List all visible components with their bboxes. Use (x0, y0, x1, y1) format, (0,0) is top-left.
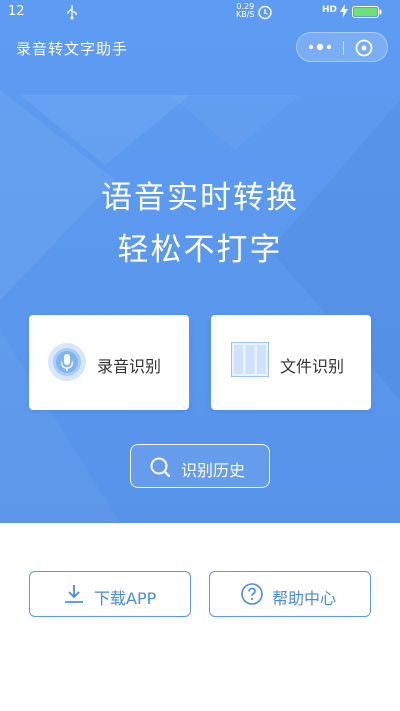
recognition-history-label: 识别历史 (181, 461, 246, 480)
status-bar: 12 0.29 KB/S HD (0, 0, 400, 24)
capsule-divider (343, 41, 344, 55)
app-screen: 12 0.29 KB/S HD 录音转文字助手 语音实时转换 轻松不打字 录音识… (0, 0, 400, 711)
search-icon (150, 457, 171, 478)
hero-headline-line1: 语音实时转换 (101, 180, 299, 216)
usb-icon (67, 5, 77, 20)
microphone-icon (48, 343, 86, 381)
help-icon (241, 583, 263, 605)
network-speed-unit: KB/S (236, 10, 255, 19)
more-icon[interactable] (307, 41, 333, 53)
record-recognition-card[interactable]: 录音识别 (29, 315, 189, 410)
app-title: 录音转文字助手 (16, 40, 129, 58)
status-time: 12 (8, 4, 25, 19)
hero-headline-line2: 轻松不打字 (117, 232, 283, 268)
record-recognition-label: 录音识别 (97, 357, 162, 376)
download-app-label: 下载APP (94, 589, 157, 608)
help-center-button[interactable]: 帮助中心 (209, 571, 371, 617)
alarm-icon (258, 5, 272, 20)
hd-network-icon: HD (322, 5, 338, 15)
recognition-history-button[interactable]: 识别历史 (130, 444, 270, 488)
mini-program-capsule (296, 32, 388, 62)
close-icon[interactable] (355, 39, 373, 57)
file-recognition-label: 文件识别 (280, 357, 345, 376)
charging-icon (340, 4, 348, 18)
download-icon (65, 585, 83, 603)
network-speed: 0.29 KB/S (236, 3, 255, 19)
download-app-button[interactable]: 下载APP (29, 571, 191, 617)
battery-icon (352, 6, 382, 18)
help-center-label: 帮助中心 (272, 589, 337, 608)
file-recognition-card[interactable]: 文件识别 (211, 315, 371, 410)
document-icon (231, 342, 269, 377)
hero-section: 12 0.29 KB/S HD 录音转文字助手 语音实时转换 轻松不打字 录音识… (0, 0, 400, 523)
